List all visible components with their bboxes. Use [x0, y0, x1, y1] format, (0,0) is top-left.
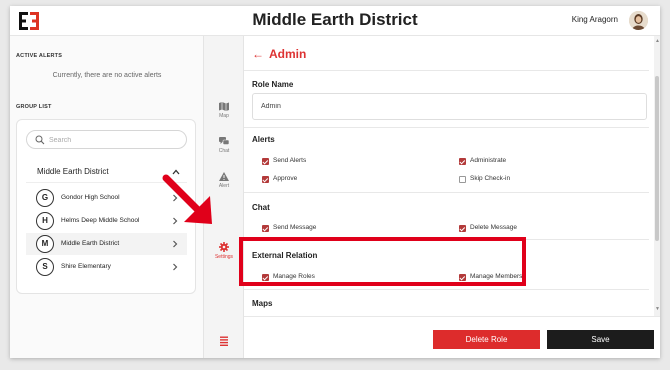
list-menu-icon[interactable]	[219, 336, 229, 346]
main-panel: ←Admin Role Name Alerts Send Alerts Admi…	[244, 36, 660, 358]
scroll-down-icon[interactable]: ▼	[655, 306, 660, 312]
divider	[244, 127, 649, 128]
scrollbar-thumb[interactable]	[655, 76, 659, 241]
school-name: Middle Earth District	[61, 240, 120, 247]
save-button[interactable]: Save	[547, 330, 654, 349]
school-initial-badge: M	[36, 235, 54, 253]
chat-icon	[219, 137, 229, 145]
school-initial-badge: S	[36, 258, 54, 276]
checkbox[interactable]	[262, 274, 269, 281]
checkbox[interactable]	[459, 274, 466, 281]
checkbox[interactable]	[262, 176, 269, 183]
external-relation-section-title: External Relation	[252, 251, 318, 260]
divider	[244, 239, 649, 240]
brand-logo[interactable]	[18, 10, 40, 32]
divider	[244, 70, 649, 71]
nav-rail: Map Chat Alert Settings	[204, 36, 244, 358]
checkbox[interactable]	[459, 225, 466, 232]
chevron-right-icon	[173, 263, 178, 271]
school-name: Shire Elementary	[61, 263, 111, 270]
checkbox[interactable]	[459, 176, 466, 183]
group-list-card: Middle Earth District G Gondor High Scho…	[16, 119, 196, 294]
left-panel: ACTIVE ALERTS Currently, there are no ac…	[10, 36, 204, 358]
back-link[interactable]: ← Admin	[252, 47, 306, 61]
rail-label: Chat	[218, 148, 230, 154]
search-box[interactable]	[26, 130, 187, 149]
active-alerts-label: ACTIVE ALERTS	[16, 53, 63, 59]
rail-item-chat[interactable]: Chat	[204, 137, 244, 165]
district-label: Middle Earth District	[37, 167, 109, 176]
scroll-up-icon[interactable]: ▲	[655, 38, 660, 44]
chevron-up-icon[interactable]	[172, 168, 180, 176]
rail-item-settings[interactable]: Settings	[204, 242, 244, 270]
school-initial-badge: G	[36, 189, 54, 207]
alert-icon	[219, 172, 229, 181]
rail-item-alert[interactable]: Alert	[204, 172, 244, 200]
page-title: Middle Earth District	[252, 10, 418, 29]
list-item-school[interactable]: M Middle Earth District	[26, 233, 187, 255]
group-list-label: GROUP LIST	[16, 104, 52, 110]
maps-section-title: Maps	[252, 299, 273, 308]
school-initial-badge: H	[36, 212, 54, 230]
list-item-school[interactable]: S Shire Elementary	[26, 256, 187, 278]
chevron-right-icon	[173, 194, 178, 202]
role-name-label: Role Name	[252, 80, 294, 89]
arrow-left-icon[interactable]: ←	[252, 47, 264, 61]
alerts-section-title: Alerts	[252, 135, 275, 144]
rail-label: Map	[219, 113, 229, 119]
delete-role-button[interactable]: Delete Role	[433, 330, 540, 349]
checkbox[interactable]	[459, 158, 466, 165]
chat-section-title: Chat	[252, 203, 270, 212]
checkbox[interactable]	[262, 225, 269, 232]
search-icon	[35, 135, 45, 145]
no-alerts-message: Currently, there are no active alerts	[52, 72, 162, 79]
action-footer: Delete Role Save	[244, 316, 660, 358]
map-icon	[219, 102, 229, 111]
role-name-input[interactable]	[252, 93, 647, 120]
app-window: Middle Earth District King Aragorn ACTIV…	[10, 6, 660, 358]
rail-label: Alert	[218, 183, 230, 189]
section-heading: Admin	[269, 47, 307, 61]
district-header[interactable]: Middle Earth District	[26, 161, 187, 183]
avatar[interactable]	[629, 11, 648, 30]
rail-label: Settings	[214, 254, 234, 260]
list-item-school[interactable]: G Gondor High School	[26, 187, 187, 209]
chevron-right-icon	[173, 217, 178, 225]
school-name: Helms Deep Middle School	[61, 217, 140, 224]
list-item-school[interactable]: H Helms Deep Middle School	[26, 210, 187, 232]
gear-icon	[219, 242, 229, 252]
rail-item-map[interactable]: Map	[204, 102, 244, 130]
user-name[interactable]: King Aragorn	[572, 15, 618, 24]
top-header: Middle Earth District King Aragorn	[10, 6, 660, 36]
scrollbar[interactable]	[654, 36, 660, 316]
school-name: Gondor High School	[61, 194, 120, 201]
divider	[244, 289, 649, 290]
divider	[244, 192, 649, 193]
chevron-right-icon	[173, 240, 178, 248]
checkbox[interactable]	[262, 158, 269, 165]
search-input[interactable]	[49, 134, 179, 146]
